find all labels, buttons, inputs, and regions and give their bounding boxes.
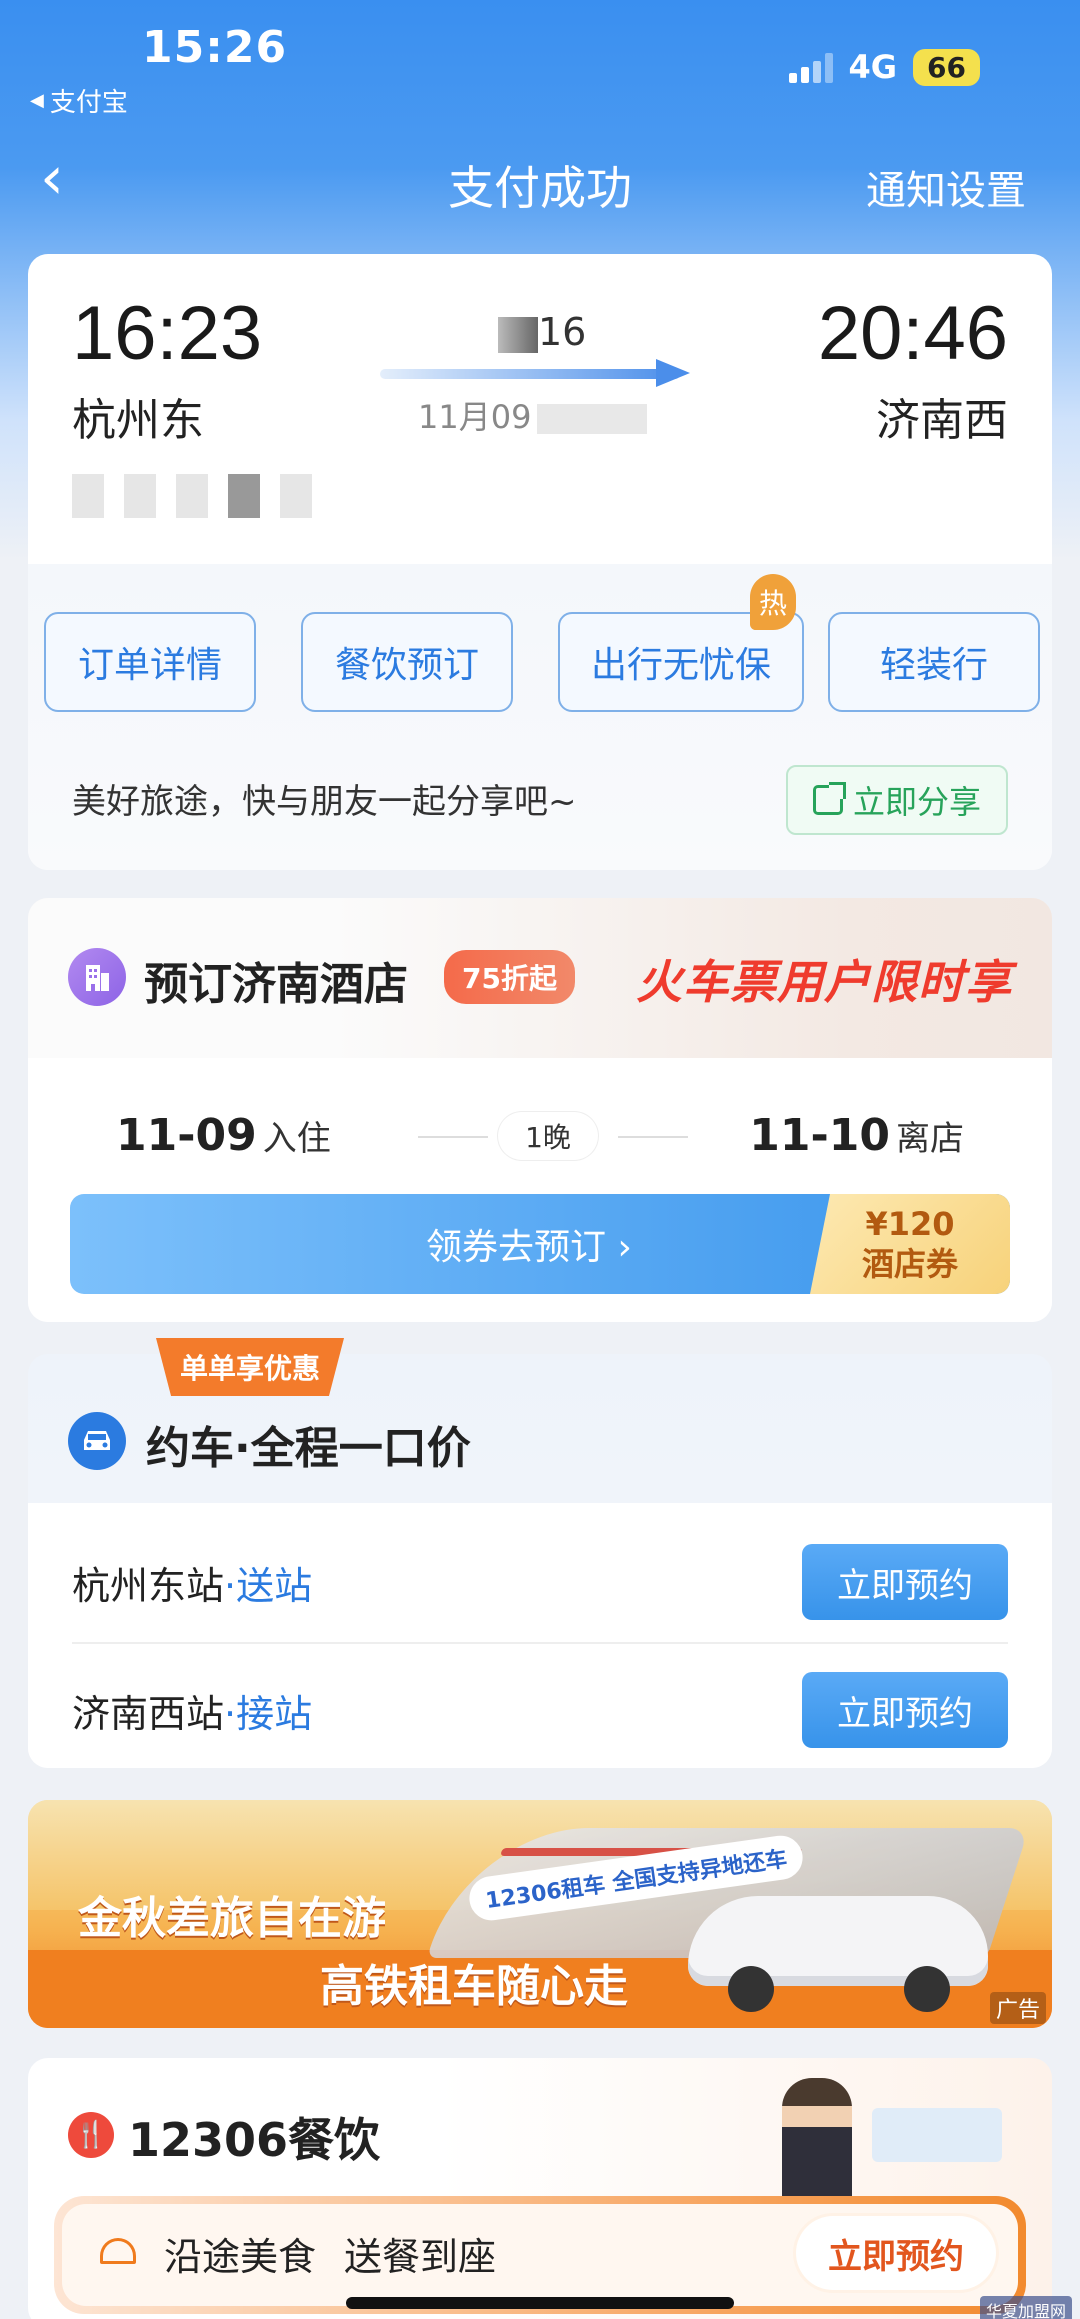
coupon-button-label: 领券去预订 › xyxy=(426,1227,632,1268)
hotel-card: 预订济南酒店 75折起 火车票用户限时享 11-09 入住 1晚 11-10 离店 … xyxy=(28,898,1052,1322)
book-dropoff-button[interactable]: 立即预约 xyxy=(802,1544,1008,1620)
status-bar: 15:26 ◀ 支付宝 4G 66 xyxy=(0,0,1080,120)
share-icon xyxy=(812,782,846,815)
hotel-title: 预订济南酒店 xyxy=(144,959,408,1010)
order-detail-button[interactable]: 订单详情 xyxy=(44,612,256,712)
battery-indicator: 66 xyxy=(913,48,980,86)
banner-headline-1: 金秋差旅自在游 xyxy=(78,1893,386,1944)
hotel-coupon-tag: ¥120 酒店券 xyxy=(810,1194,1010,1294)
get-coupon-book-button[interactable]: 领券去预订 › ¥120 酒店券 xyxy=(70,1194,1010,1294)
share-prompt: 美好旅途，快与朋友一起分享吧~ xyxy=(72,782,577,822)
car-rental-banner[interactable]: 金秋差旅自在游 12306租车 全国支持异地还车 高铁租车随心走 广告 xyxy=(28,1800,1052,2028)
dining-booking-button[interactable]: 餐饮预订 xyxy=(301,612,513,712)
book-pickup-button[interactable]: 立即预约 xyxy=(802,1672,1008,1748)
ride-station-label: 杭州东站·送站 xyxy=(72,1563,313,1608)
checkout[interactable]: 11-10 离店 xyxy=(749,1110,964,1161)
arrive-time: 20:46 xyxy=(817,291,1008,376)
ride-card: 单单享优惠 约车·全程一口价 杭州东站·送站 立即预约 济南西站·接站 立即预约 xyxy=(28,1338,1052,1768)
status-time: 15:26 xyxy=(142,22,288,73)
travel-date: 11月09 xyxy=(418,392,648,438)
passenger-info-blurred xyxy=(72,474,312,518)
ride-body: 杭州东站·送站 立即预约 济南西站·接站 立即预约 xyxy=(28,1514,1052,1768)
banner-headline-2: 高铁租车随心走 xyxy=(320,1961,628,2012)
car-illustration xyxy=(688,1896,988,2012)
ride-promo-tag: 单单享优惠 xyxy=(156,1338,345,1396)
arrive-station: 济南西 xyxy=(876,395,1008,446)
food-bar-text: 沿途美食 送餐到座 xyxy=(164,2235,497,2279)
discount-badge: 75折起 xyxy=(444,950,575,1004)
share-button[interactable]: 立即分享 xyxy=(786,765,1008,835)
ride-row-dropoff: 杭州东站·送站 立即预约 xyxy=(72,1534,1008,1630)
ride-row-pickup: 济南西站·接站 立即预约 xyxy=(72,1662,1008,1758)
network-type: 4G xyxy=(848,48,898,86)
checkin[interactable]: 11-09 入住 xyxy=(116,1110,331,1161)
ride-title: 约车·全程一口价 xyxy=(146,1423,471,1474)
back-to-app-link[interactable]: ◀ 支付宝 xyxy=(30,82,128,119)
ad-label: 广告 xyxy=(989,1992,1046,2024)
train-number: 16 xyxy=(498,310,586,354)
car-icon xyxy=(68,1412,126,1470)
fork-knife-icon: 🍴 xyxy=(68,2112,114,2158)
depart-time: 16:23 xyxy=(72,291,263,376)
food-title: 12306餐饮 xyxy=(128,2113,381,2167)
light-luggage-button[interactable]: 轻装行 xyxy=(828,612,1040,712)
mosaic-blur xyxy=(498,316,538,353)
watermark: 华夏加盟网 xyxy=(979,2296,1072,2319)
status-right: 4G 66 xyxy=(788,48,980,86)
hotel-building-icon xyxy=(68,948,126,1006)
food-card: 🍴 12306餐饮 沿途美食 送餐到座 立即预约 xyxy=(28,2058,1052,2319)
back-app-label: 支付宝 xyxy=(49,88,128,118)
notify-settings-link[interactable]: 通知设置 xyxy=(866,158,1026,216)
home-indicator[interactable] xyxy=(346,2297,734,2309)
hotel-booking-body: 11-09 入住 1晚 11-10 离店 领券去预订 › ¥120 酒店券 xyxy=(28,1058,1052,1322)
signal-icon xyxy=(788,51,833,83)
nav-bar: ‹ 支付成功 通知设置 xyxy=(0,140,1080,230)
direction-arrow-icon xyxy=(380,359,710,387)
hot-badge: 热 xyxy=(750,574,796,630)
share-button-label: 立即分享 xyxy=(852,783,981,821)
depart-station: 杭州东 xyxy=(72,395,204,446)
ticket-card: 16:23 20:46 杭州东 济南西 16 11月09 订单详情 餐饮预订 出… xyxy=(28,254,1052,870)
promo-slogan: 火车票用户限时享 xyxy=(636,955,1012,1009)
food-book-button[interactable]: 立即预约 xyxy=(796,2216,996,2290)
divider xyxy=(72,1642,1008,1644)
nights-count: 1晚 xyxy=(498,1112,598,1160)
back-triangle-icon: ◀ xyxy=(30,90,44,111)
ride-station-label: 济南西站·接站 xyxy=(72,1691,313,1736)
